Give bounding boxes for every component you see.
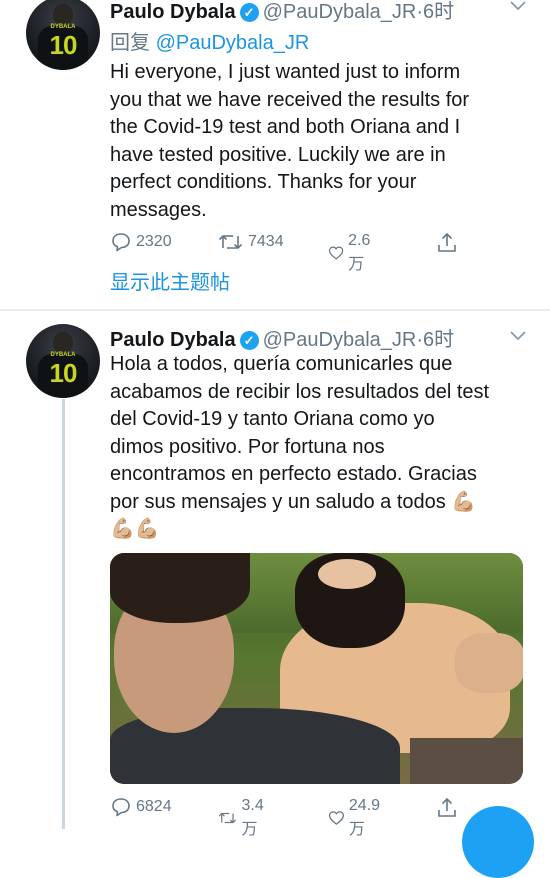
separator-dot: · [416,329,423,351]
author-handle[interactable]: @PauDybala_JR [263,329,417,351]
verified-icon: ✓ [239,331,259,350]
timestamp[interactable]: 6时 [423,329,454,351]
reply-count: 2320 [136,233,172,250]
avatar[interactable]: DYBALA 10 [26,0,100,70]
like-button[interactable]: 2.6万 [328,232,376,274]
like-count: 24.9万 [348,797,381,838]
share-icon [438,797,456,817]
tweet-header: Paulo Dybala ✓ @PauDybala_JR·6时 [110,323,454,351]
tweet-text-line: 💪🏼💪🏼 [110,518,160,540]
avatar[interactable]: DYBALA 10 [26,324,100,398]
tweet[interactable]: DYBALA 10 Paulo Dybala ✓ @PauDybala_JR·6时 … [0,0,550,310]
tweet-text-line: encontramos en perfecto estado. Gracias [110,463,477,485]
tweet-text-line: Hi everyone, I just wanted just to infor… [110,61,461,83]
reply-icon [112,233,130,252]
reply-icon [112,798,130,817]
reply-count: 6824 [136,798,172,815]
tweet-text-line: Hola a todos, quería comunicarles que [110,353,453,375]
share-button[interactable] [436,232,458,254]
tweet-text-line: you that we have received the results fo… [110,88,470,111]
timestamp[interactable]: 6时 [423,1,454,23]
tweet-header: Paulo Dybala ✓ @PauDybala_JR·6时 [110,0,454,23]
separator-dot: · [416,1,423,23]
retweet-icon [218,812,237,824]
tweet-text: Hola a todos, quería comunicarles que ac… [110,351,530,544]
retweet-icon [218,234,243,250]
like-button[interactable]: 24.9万 [328,797,385,839]
tweet-text: Hi everyone, I just wanted just to infor… [110,59,530,224]
tweet-text-line: acabamos de recibir los resultados del t… [110,380,490,403]
compose-tweet-button[interactable] [462,806,534,878]
tweet-text-line: have tested positive. Luckily we are in [110,143,446,166]
tweet-text-line: the Covid-19 test and both Oriana and I [110,116,461,138]
tweet-text-line: dimos positivo. Por fortuna nos [110,435,385,458]
reply-mention-link[interactable]: @PauDybala_JR [156,32,310,54]
show-thread-link[interactable]: 显示此主题帖 [110,266,230,295]
tweet-text-line: del Covid-19 y tanto Oriana como yo [110,408,435,430]
reply-context: 回复 @PauDybala_JR [110,26,309,55]
tweet-photo[interactable] [110,553,523,784]
like-count: 2.6万 [348,232,371,273]
retweet-count: 7434 [248,233,284,250]
thread-line [62,399,65,829]
retweet-button[interactable]: 7434 [218,232,284,252]
tweet-text-line: perfect conditions. Thanks for your [110,171,417,193]
reply-button[interactable]: 6824 [110,797,172,817]
like-icon [328,811,344,825]
author-name[interactable]: Paulo Dybala [110,329,236,351]
reply-button[interactable]: 2320 [110,232,172,252]
like-icon [328,246,344,260]
share-icon [438,232,456,252]
author-handle[interactable]: @PauDybala_JR [263,1,417,23]
tweet[interactable]: DYBALA 10 Paulo Dybala ✓ @PauDybala_JR·6时 … [0,311,550,838]
verified-icon: ✓ [239,3,259,22]
tweet-text-line: messages. [110,198,207,221]
reply-prefix: 回复 [110,32,150,54]
retweet-count: 3.4万 [241,797,264,838]
share-button[interactable] [436,797,458,819]
retweet-button[interactable]: 3.4万 [218,797,270,839]
author-name[interactable]: Paulo Dybala [110,1,236,23]
caret-down-icon[interactable] [510,0,526,14]
tweet-text-line: por sus mensajes y un saludo a todos 💪🏼 [110,490,477,513]
caret-down-icon[interactable] [510,328,526,344]
